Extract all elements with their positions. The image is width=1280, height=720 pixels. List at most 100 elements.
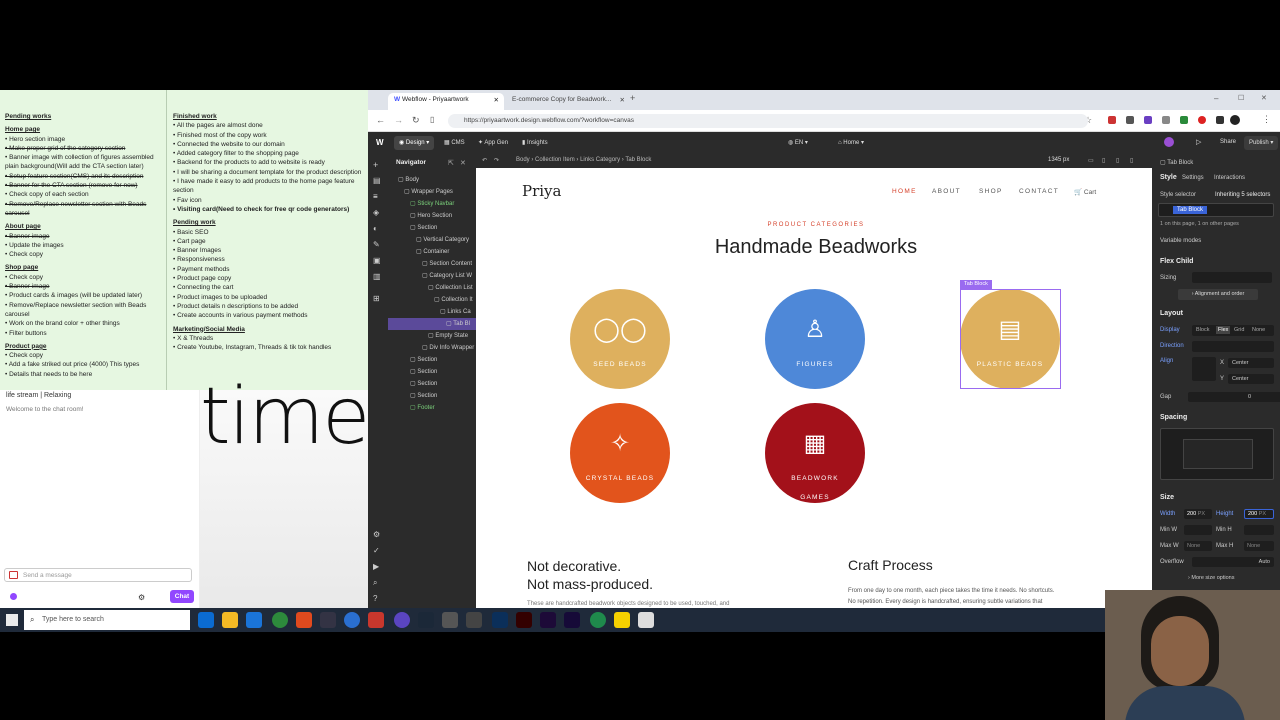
close-tab-icon[interactable]: ✕ bbox=[620, 96, 625, 104]
navigator-item[interactable]: ▢ Footer bbox=[388, 402, 476, 414]
sizing-control[interactable] bbox=[1192, 272, 1272, 283]
steam-icon[interactable] bbox=[418, 612, 434, 628]
after-effects-icon[interactable] bbox=[564, 612, 580, 628]
assets-icon[interactable]: ▣ bbox=[373, 256, 381, 265]
extension-icon[interactable] bbox=[1144, 116, 1152, 124]
breakpoint-phone-icon[interactable]: ▯ bbox=[1130, 157, 1133, 164]
points-icon[interactable] bbox=[10, 593, 17, 600]
nav-contact[interactable]: CONTACT bbox=[1019, 188, 1059, 195]
chrome-icon[interactable] bbox=[272, 612, 288, 628]
styles-icon[interactable]: ✎ bbox=[373, 240, 380, 249]
windows-start-icon[interactable] bbox=[6, 614, 18, 626]
taskbar-search[interactable]: ⌕ Type here to search bbox=[24, 610, 190, 630]
inheriting-label[interactable]: Inheriting 5 selectors bbox=[1215, 192, 1270, 198]
variable-modes[interactable]: Variable modes bbox=[1160, 238, 1201, 244]
browser-menu-icon[interactable]: ⋮ bbox=[1262, 114, 1271, 125]
navigator-item[interactable]: ▢ Collection List bbox=[388, 282, 476, 294]
align-grid-control[interactable] bbox=[1192, 357, 1216, 381]
cms-collections-icon[interactable]: ▥ bbox=[373, 272, 381, 281]
category-card[interactable]: ◯◯ SEED BEADS bbox=[570, 289, 670, 389]
back-icon[interactable]: ← bbox=[376, 115, 385, 125]
app-gen-button[interactable]: ✦ App Gen bbox=[478, 139, 508, 146]
navigator-item[interactable]: ▢ Hero Section bbox=[388, 210, 476, 222]
audit-icon[interactable]: ✓ bbox=[373, 546, 380, 555]
brave-icon[interactable] bbox=[296, 612, 312, 628]
variables-icon[interactable]: ◐ bbox=[373, 224, 378, 233]
close-window-icon[interactable]: ✕ bbox=[1261, 94, 1267, 102]
spacing-box-model[interactable] bbox=[1160, 428, 1274, 480]
navigator-item[interactable]: ▢ Category List W bbox=[388, 270, 476, 282]
close-tab-icon[interactable]: ✕ bbox=[494, 96, 499, 104]
store-icon[interactable] bbox=[246, 612, 262, 628]
breadcrumb-item[interactable]: Body bbox=[516, 157, 530, 163]
sticky-notes-icon[interactable] bbox=[614, 612, 630, 628]
nav-cart[interactable]: 🛒 Cart bbox=[1074, 188, 1096, 196]
navigator-item[interactable]: ▢ Tab Bl bbox=[388, 318, 476, 330]
navigator-item[interactable]: ▢ Body bbox=[388, 174, 476, 186]
pin-icon[interactable]: ✕ bbox=[460, 159, 466, 167]
app-icon[interactable] bbox=[638, 612, 654, 628]
display-grid[interactable]: Grid bbox=[1234, 327, 1244, 333]
display-flex[interactable]: Flex bbox=[1216, 326, 1231, 334]
cms-button[interactable]: ▦ CMS bbox=[444, 139, 465, 146]
selected-element-tag[interactable]: Tab Block bbox=[960, 280, 992, 289]
gap-input[interactable]: 0 bbox=[1188, 392, 1280, 402]
app-icon[interactable] bbox=[368, 612, 384, 628]
chat-input[interactable]: Send a message bbox=[4, 568, 192, 582]
navigator-item[interactable]: ▢ Vertical Category bbox=[388, 234, 476, 246]
category-card[interactable]: ✧ CRYSTAL BEADS bbox=[570, 403, 670, 503]
navigator-item[interactable]: ▢ Section bbox=[388, 378, 476, 390]
app-icon[interactable] bbox=[394, 612, 410, 628]
navigator-item[interactable]: ▢ Section bbox=[388, 354, 476, 366]
illustrator-icon[interactable] bbox=[516, 612, 532, 628]
design-mode-button[interactable]: ◉ Design ▾ bbox=[394, 136, 435, 150]
pages-icon[interactable]: ▤ bbox=[373, 176, 381, 185]
sidebar-icon[interactable]: ▯ bbox=[430, 115, 434, 124]
settings-icon[interactable]: ⚙ bbox=[138, 593, 145, 602]
class-selector-field[interactable]: Tab Block bbox=[1158, 203, 1274, 217]
new-tab-icon[interactable]: + bbox=[630, 93, 635, 103]
alignment-order-button[interactable]: › Alignment and order bbox=[1178, 289, 1258, 300]
breadcrumb-item[interactable]: Links Category bbox=[580, 157, 620, 163]
expand-icon[interactable]: ⇱ bbox=[448, 159, 454, 167]
components-icon[interactable]: ◈ bbox=[373, 208, 379, 217]
extension-icon[interactable] bbox=[1162, 116, 1170, 124]
help-icon[interactable]: ? bbox=[373, 594, 377, 603]
extension-icon[interactable] bbox=[1180, 116, 1188, 124]
align-x-select[interactable]: Center bbox=[1228, 358, 1274, 368]
insights-button[interactable]: ▮ Insights bbox=[522, 139, 548, 146]
preview-icon[interactable]: ▷ bbox=[1196, 138, 1201, 146]
display-none[interactable]: None bbox=[1252, 327, 1265, 333]
settings-icon[interactable]: ⚙ bbox=[373, 530, 380, 539]
navigator-item[interactable]: ▢ Div Info Wrapper bbox=[388, 342, 476, 354]
share-button[interactable]: Share bbox=[1220, 139, 1236, 145]
search-icon[interactable]: ⌕ bbox=[373, 578, 377, 588]
category-card[interactable]: ♙ FIGURES bbox=[765, 289, 865, 389]
undo-icon[interactable]: ↶ bbox=[482, 157, 487, 164]
forward-icon[interactable]: → bbox=[394, 115, 403, 125]
navigator-item[interactable]: ▢ Wrapper Pages bbox=[388, 186, 476, 198]
width-input[interactable]: 200 PX bbox=[1184, 509, 1212, 519]
locale-select[interactable]: ◍ EN ▾ bbox=[788, 139, 808, 146]
breakpoint-desktop-icon[interactable]: ▭ bbox=[1088, 157, 1094, 164]
design-canvas[interactable]: Priya HOME ABOUT SHOP CONTACT 🛒 Cart PRO… bbox=[480, 168, 1152, 608]
overflow-options[interactable]: Auto bbox=[1192, 557, 1274, 567]
reload-icon[interactable]: ↻ bbox=[412, 115, 420, 126]
min-height-input[interactable] bbox=[1244, 525, 1274, 535]
publish-button[interactable]: Publish ▾ bbox=[1244, 136, 1279, 150]
minimize-icon[interactable]: – bbox=[1214, 94, 1218, 103]
min-width-input[interactable] bbox=[1184, 525, 1212, 535]
obs-icon[interactable] bbox=[320, 612, 336, 628]
site-logo[interactable]: Priya bbox=[522, 182, 561, 200]
extensions-puzzle-icon[interactable] bbox=[1216, 116, 1224, 124]
overflow-auto[interactable]: Auto bbox=[1259, 559, 1270, 565]
navigator-item[interactable]: ▢ Section bbox=[388, 390, 476, 402]
add-element-icon[interactable]: + bbox=[373, 160, 378, 170]
breadcrumb-item[interactable]: Collection Item bbox=[535, 157, 575, 163]
extension-icon[interactable] bbox=[1108, 116, 1116, 124]
display-block[interactable]: Block bbox=[1196, 327, 1209, 333]
extension-icon[interactable] bbox=[1198, 116, 1206, 124]
height-input[interactable]: 200 PX bbox=[1244, 509, 1274, 519]
app-icon[interactable] bbox=[442, 612, 458, 628]
navigator-item[interactable]: ▢ Links Ca bbox=[388, 306, 476, 318]
